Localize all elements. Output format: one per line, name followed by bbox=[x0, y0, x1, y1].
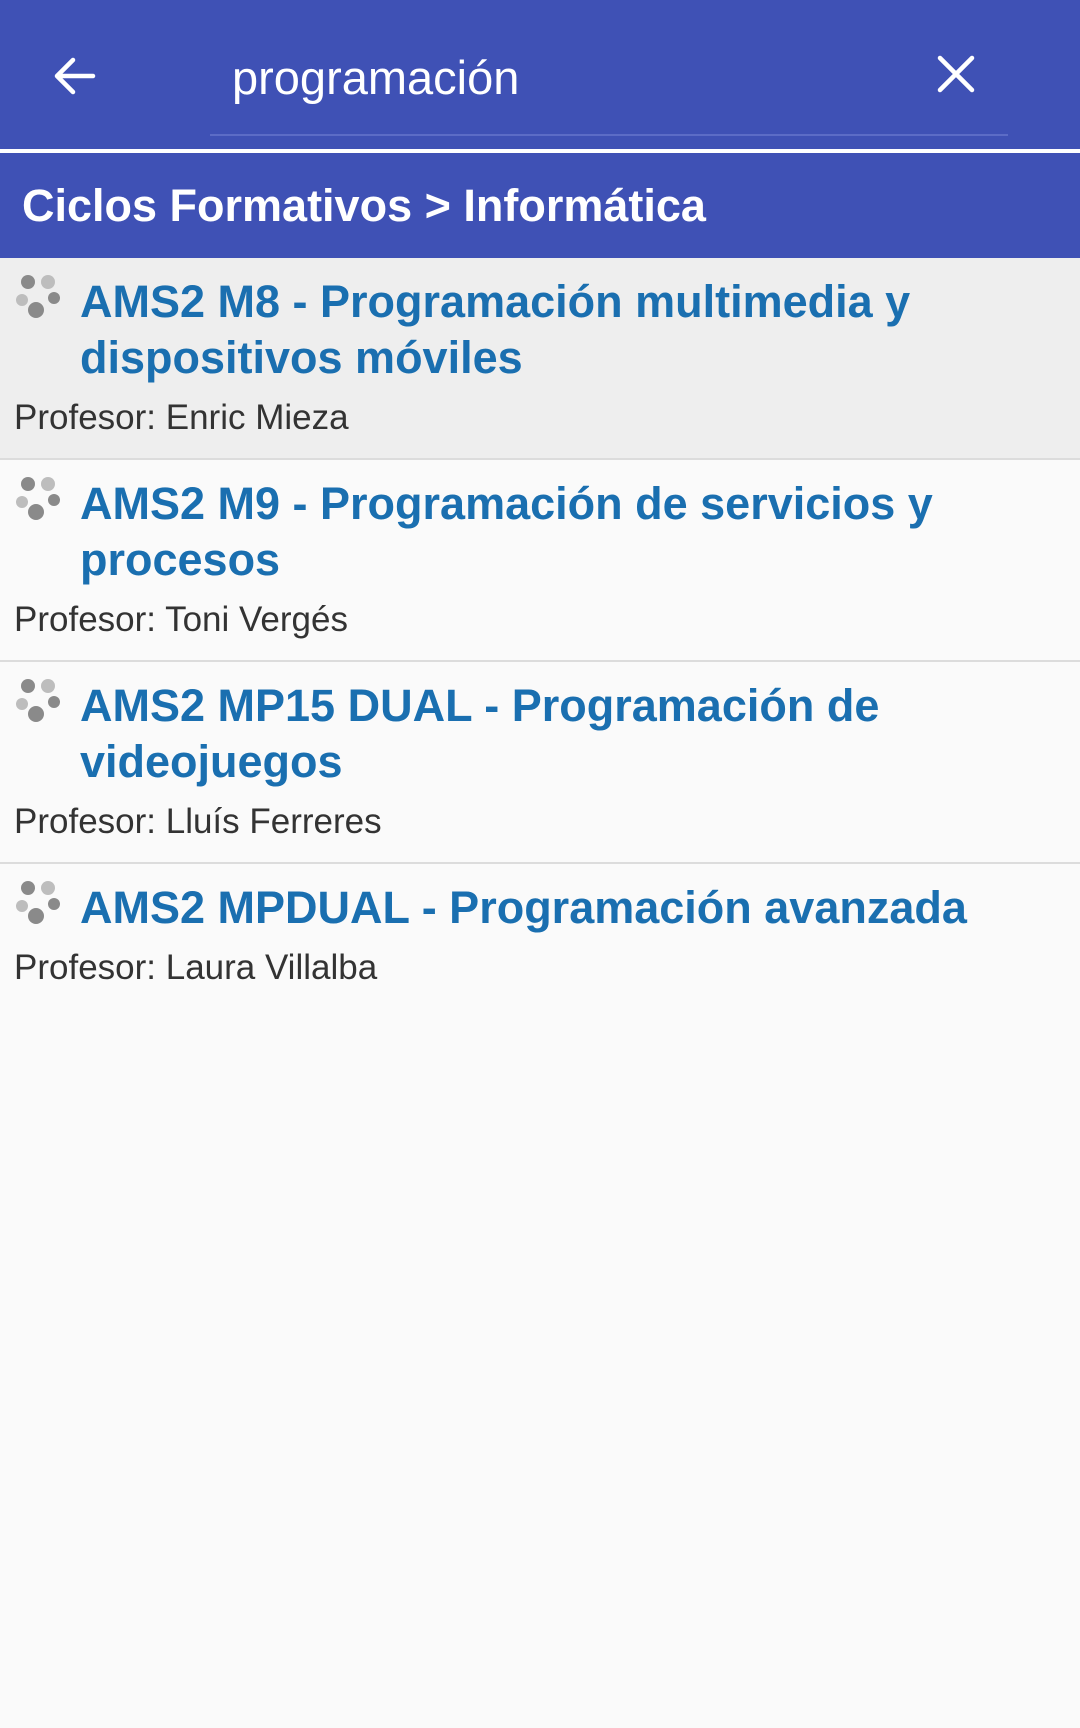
result-item[interactable]: AMS2 MP15 DUAL - Programación de videoju… bbox=[0, 662, 1080, 864]
category-breadcrumb: Ciclos Formativos > Informática bbox=[0, 153, 1080, 258]
result-item[interactable]: AMS2 M9 - Programación de servicios y pr… bbox=[0, 460, 1080, 662]
course-title[interactable]: AMS2 MPDUAL - Programación avanzada bbox=[80, 880, 1060, 936]
course-title[interactable]: AMS2 M8 - Programación multimedia y disp… bbox=[80, 274, 1060, 386]
teacher-label: Profesor: Toni Vergés bbox=[14, 600, 348, 639]
search-results-list: AMS2 M8 - Programación multimedia y disp… bbox=[0, 258, 1080, 1008]
course-title[interactable]: AMS2 MP15 DUAL - Programación de videoju… bbox=[80, 678, 1060, 790]
course-icon bbox=[16, 679, 60, 722]
course-title[interactable]: AMS2 M9 - Programación de servicios y pr… bbox=[80, 476, 1060, 588]
search-field[interactable] bbox=[210, 20, 1008, 136]
result-item[interactable]: AMS2 MPDUAL - Programación avanzada Prof… bbox=[0, 864, 1080, 1008]
course-icon bbox=[16, 477, 60, 520]
course-icon bbox=[16, 275, 60, 318]
back-button[interactable] bbox=[36, 38, 112, 114]
course-icon bbox=[16, 881, 60, 924]
arrow-left-icon bbox=[54, 57, 96, 95]
result-item[interactable]: AMS2 M8 - Programación multimedia y disp… bbox=[0, 258, 1080, 460]
app-bar bbox=[0, 0, 1080, 149]
close-icon bbox=[937, 55, 975, 93]
search-input[interactable] bbox=[232, 48, 872, 108]
teacher-label: Profesor: Enric Mieza bbox=[14, 398, 349, 437]
clear-search-button[interactable] bbox=[918, 36, 994, 112]
teacher-label: Profesor: Laura Villalba bbox=[14, 948, 378, 987]
teacher-label: Profesor: Lluís Ferreres bbox=[14, 802, 382, 841]
